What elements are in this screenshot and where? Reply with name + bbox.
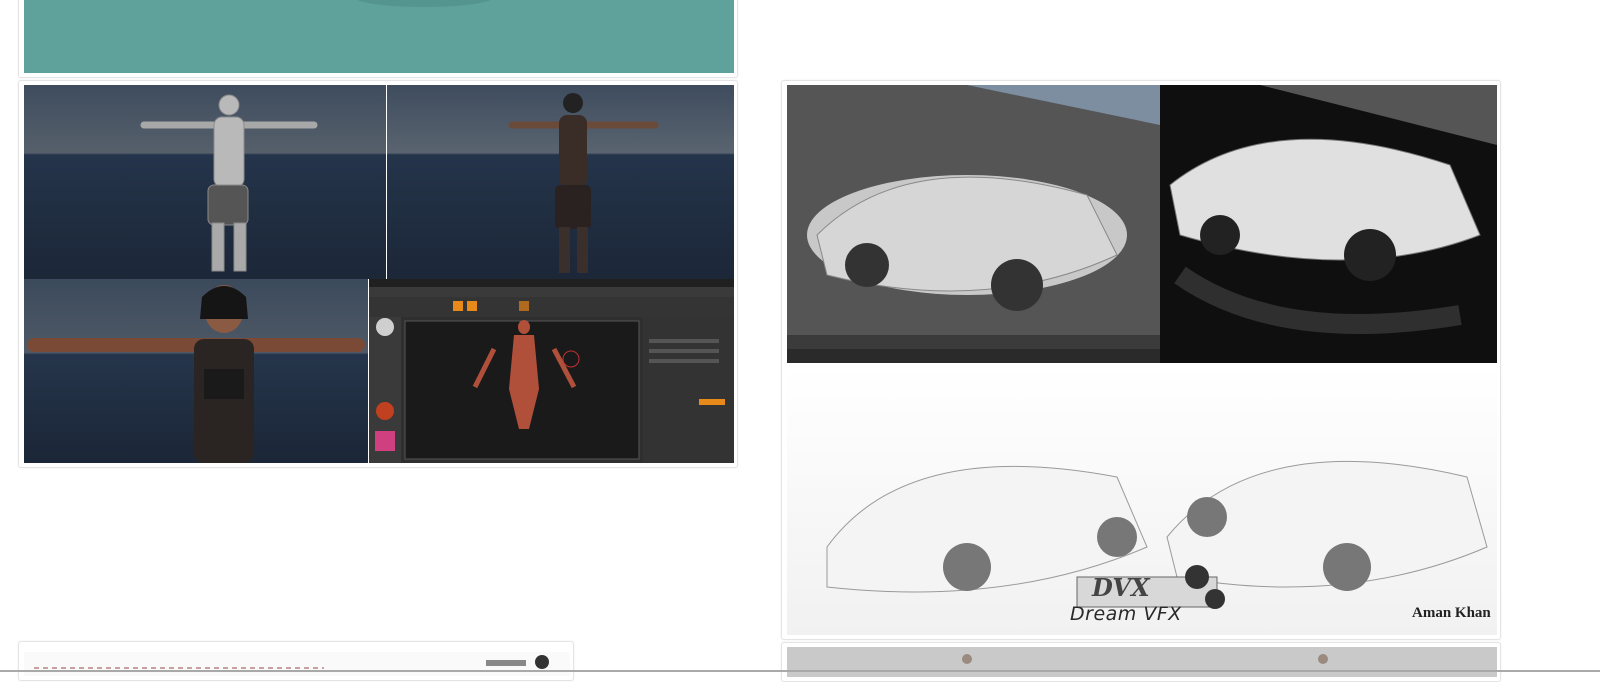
car-viewport-svg bbox=[787, 85, 1160, 363]
character-clay-svg bbox=[24, 85, 386, 279]
gallery-card-teal[interactable] bbox=[18, 0, 738, 78]
logo-text: Dream VFX bbox=[1070, 603, 1182, 625]
teal-render-image[interactable] bbox=[24, 0, 734, 73]
character-textured-svg bbox=[387, 85, 734, 279]
bottom-right-svg bbox=[962, 654, 1328, 664]
bottom-left-image[interactable] bbox=[24, 652, 570, 676]
artist-signature: Aman Khan bbox=[1412, 605, 1491, 621]
character-clay-view[interactable] bbox=[24, 85, 386, 279]
car-dark-render[interactable] bbox=[1160, 85, 1497, 363]
character-textured-view[interactable] bbox=[387, 85, 734, 279]
logo-brand: DVX bbox=[1092, 573, 1150, 602]
bottom-right-image[interactable] bbox=[787, 647, 1497, 677]
zbrush-ui-svg bbox=[369, 279, 734, 463]
gallery-card-bottom-right[interactable] bbox=[781, 642, 1501, 682]
car-viewport-render[interactable] bbox=[787, 85, 1160, 363]
character-closeup-svg bbox=[24, 279, 368, 463]
car-dark-svg bbox=[1169, 85, 1497, 334]
character-closeup-view[interactable] bbox=[24, 279, 368, 463]
gallery-card-cars[interactable]: DVX Dream VFX Aman Khan bbox=[781, 80, 1501, 640]
bottom-left-svg bbox=[34, 655, 549, 669]
teal-render-svg bbox=[357, 0, 491, 7]
gallery-card-bottom-left[interactable] bbox=[18, 641, 574, 681]
zbrush-ui-view[interactable] bbox=[369, 279, 734, 463]
car-white-render[interactable]: DVX Dream VFX Aman Khan bbox=[787, 367, 1497, 635]
gallery-card-character[interactable] bbox=[18, 80, 738, 468]
